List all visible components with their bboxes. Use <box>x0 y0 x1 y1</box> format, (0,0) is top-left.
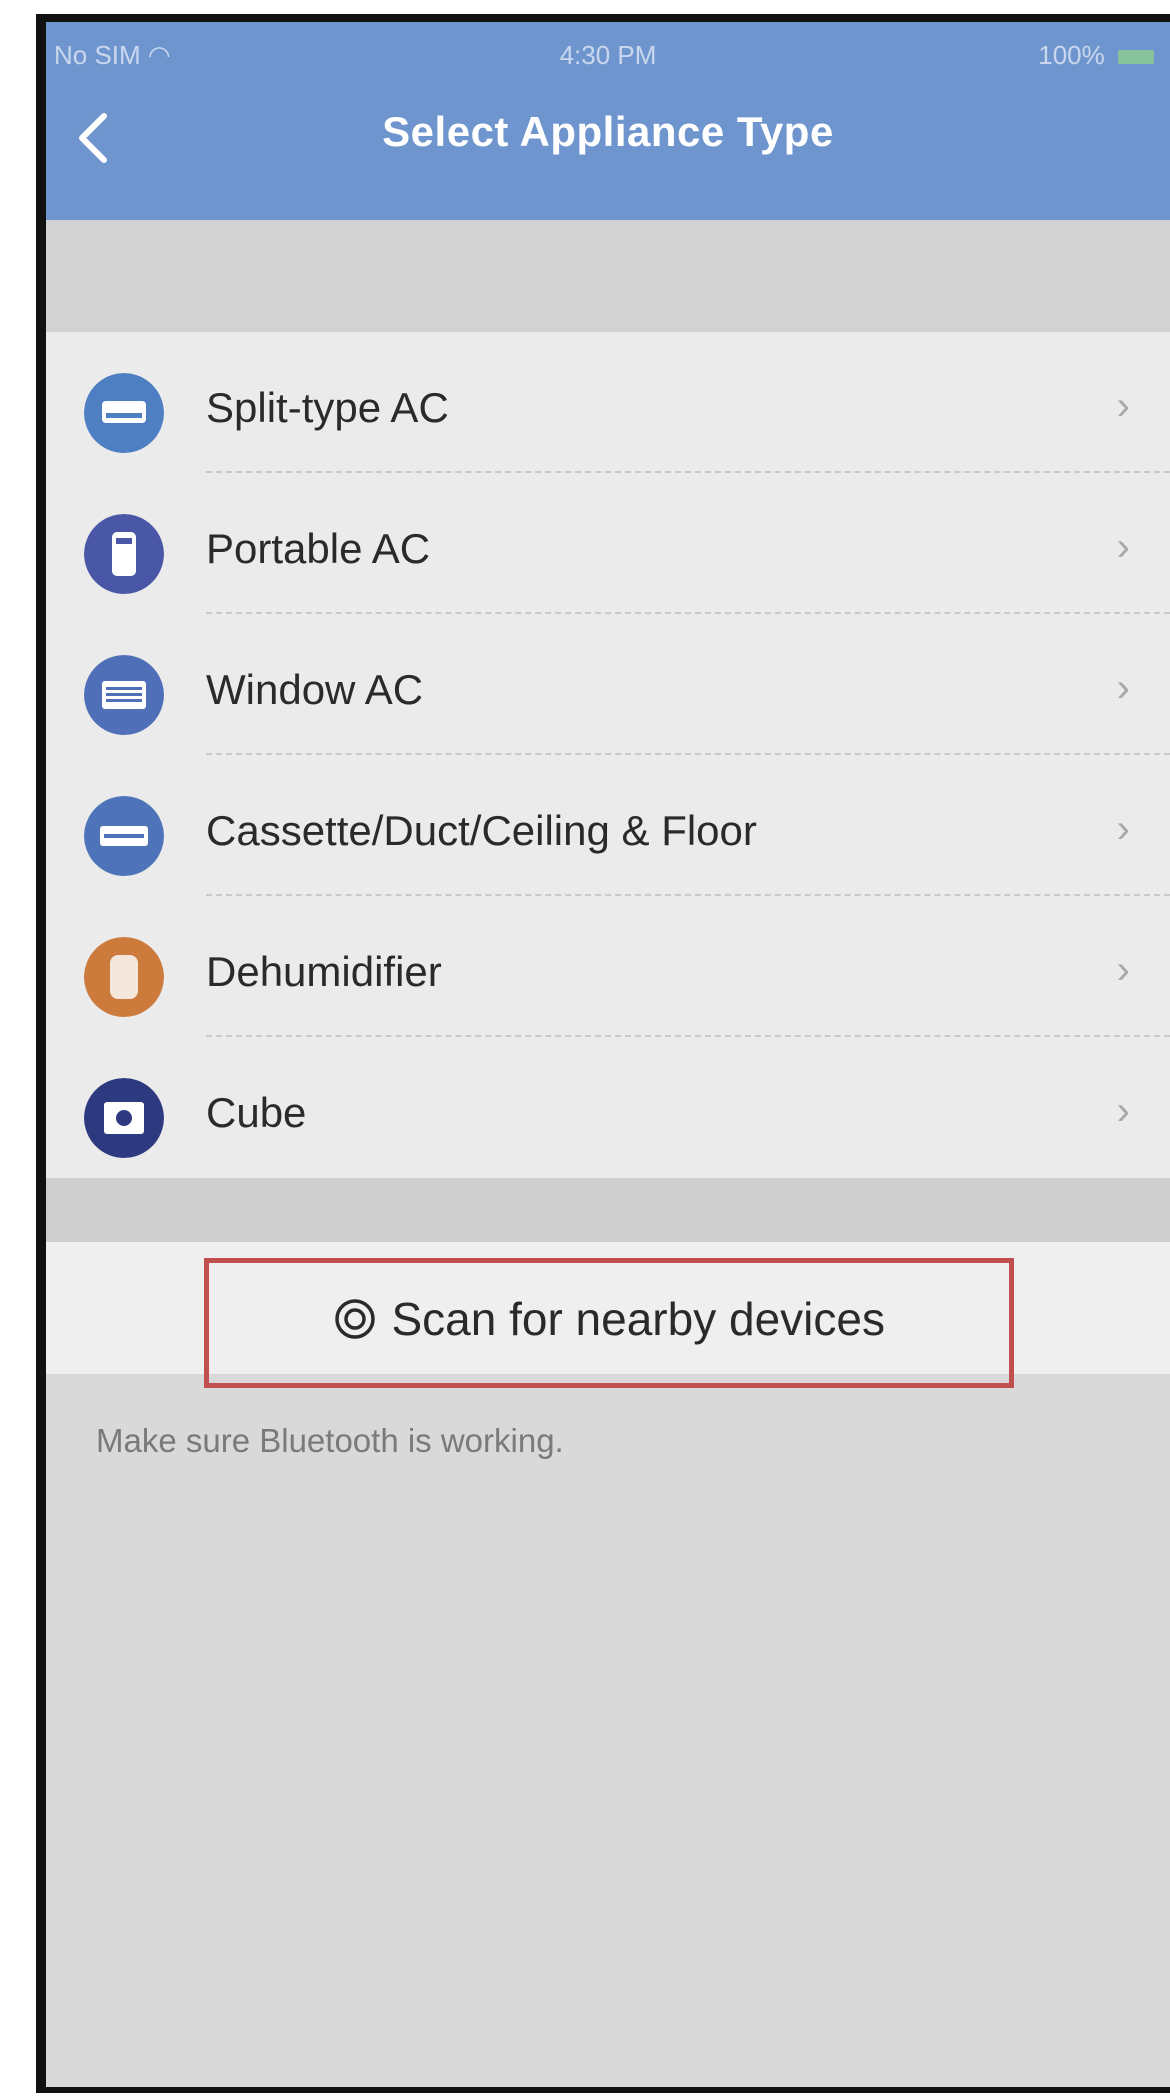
list-item-label: Portable AC <box>206 525 431 572</box>
scan-label: Scan for nearby devices <box>391 1293 885 1345</box>
scan-nearby-devices-button[interactable]: Scan for nearby devices <box>204 1258 1014 1388</box>
phone-screen: No SIM ◠ 4:30 PM 100% Select Appliance T… <box>36 14 1170 2093</box>
list-item-label: Cube <box>206 1089 307 1136</box>
chevron-right-icon: › <box>1116 948 1130 992</box>
bluetooth-hint: Make sure Bluetooth is working. <box>96 1422 564 1459</box>
section-spacer <box>46 1178 1170 1242</box>
scan-icon <box>335 1299 375 1339</box>
list-item-cube[interactable]: Cube › <box>46 1037 1170 1178</box>
list-item-label: Cassette/Duct/Ceiling & Floor <box>206 807 757 854</box>
list-item-split-type-ac[interactable]: Split-type AC › <box>46 332 1170 473</box>
list-item-label: Window AC <box>206 666 424 713</box>
status-time: 4:30 PM <box>559 40 657 70</box>
appliance-list: Split-type AC › Portable AC › Window AC <box>46 332 1170 1178</box>
cube-icon <box>84 1078 164 1158</box>
section-spacer <box>46 220 1170 332</box>
chevron-right-icon: › <box>1116 525 1130 569</box>
list-item-portable-ac[interactable]: Portable AC › <box>46 473 1170 614</box>
chevron-right-icon: › <box>1116 384 1130 428</box>
chevron-right-icon: › <box>1116 666 1130 710</box>
list-item-cassette-duct-ceiling-floor[interactable]: Cassette/Duct/Ceiling & Floor › <box>46 755 1170 896</box>
list-item-label: Split-type AC <box>206 384 449 431</box>
window-ac-icon <box>84 655 164 735</box>
cassette-ac-icon <box>84 796 164 876</box>
portable-ac-icon <box>84 514 164 594</box>
dehumidifier-icon <box>84 937 164 1017</box>
battery-label: 100% <box>1038 40 1105 70</box>
scan-row: Scan for nearby devices <box>46 1242 1170 1388</box>
status-battery: 100% <box>1038 40 1154 71</box>
chevron-right-icon: › <box>1116 1089 1130 1133</box>
status-bar: No SIM ◠ 4:30 PM 100% <box>46 22 1170 78</box>
page-title: Select Appliance Type <box>382 108 834 155</box>
list-item-dehumidifier[interactable]: Dehumidifier › <box>46 896 1170 1037</box>
list-item-label: Dehumidifier <box>206 948 442 995</box>
header: No SIM ◠ 4:30 PM 100% Select Appliance T… <box>46 22 1170 220</box>
chevron-right-icon: › <box>1116 807 1130 851</box>
split-ac-icon <box>84 373 164 453</box>
nav-bar: Select Appliance Type <box>46 86 1170 196</box>
battery-icon <box>1118 50 1154 65</box>
list-item-window-ac[interactable]: Window AC › <box>46 614 1170 755</box>
